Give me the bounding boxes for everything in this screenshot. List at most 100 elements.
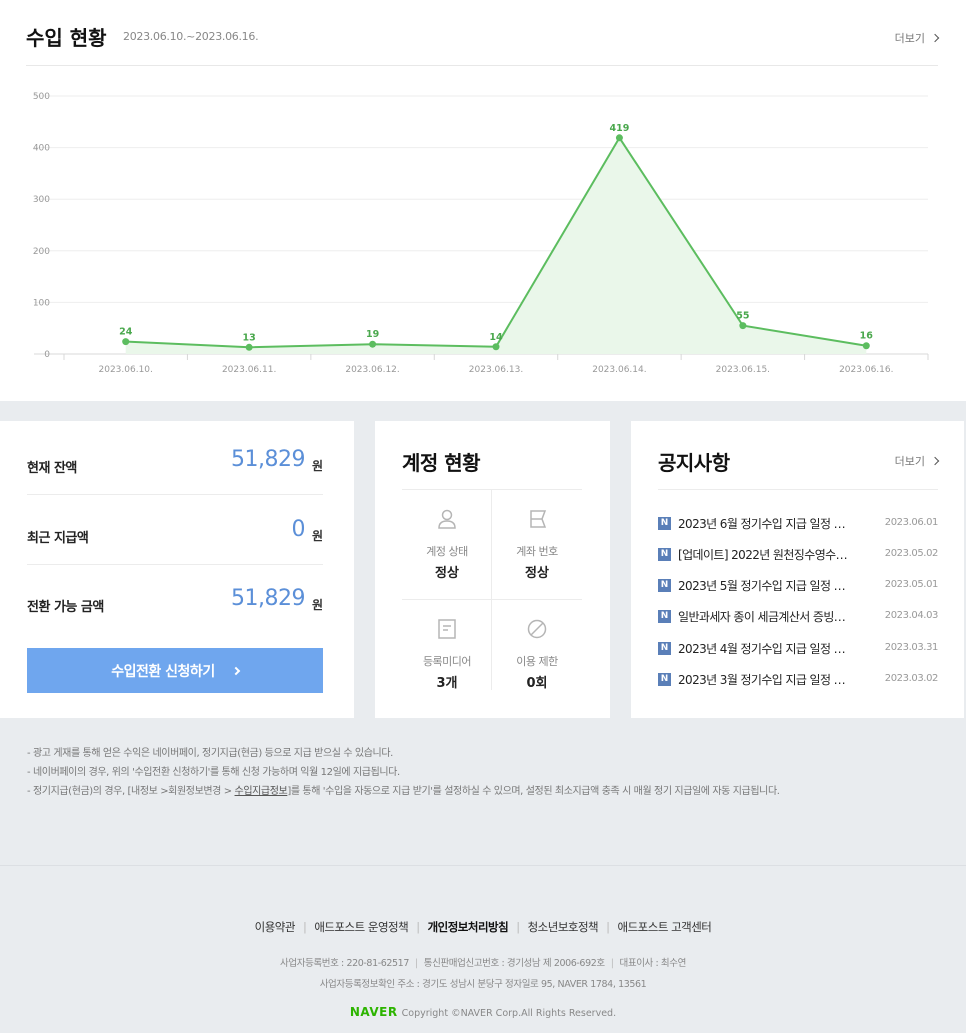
y-tick-label: 400 [33, 144, 50, 154]
convert-button-label: 수입전환 신청하기 [111, 663, 215, 680]
data-point [739, 322, 747, 330]
payment-info-link[interactable]: 수입지급정보 [235, 786, 288, 797]
guide-note: - 정기지급(현금)의 경우, [내정보 >회원정보변경 > 수입지급정보]를 … [27, 782, 780, 801]
account-cell-label: 이용 제한 [516, 655, 558, 668]
notice-item-date: 2023.05.02 [884, 548, 939, 559]
revenue-title: 수입 현황 [26, 26, 107, 50]
naver-logo[interactable]: NAVER [350, 1005, 398, 1019]
footer-link-policy[interactable]: 애드포스트 운영정책 [314, 920, 408, 934]
footer-link-youth[interactable]: 청소년보호정책 [528, 920, 599, 934]
data-label: 419 [610, 123, 630, 134]
document-icon [438, 619, 456, 639]
guide-note-text: - 정기지급(현금)의 경우, [내정보 >회원정보변경 > [27, 786, 235, 797]
chevron-right-icon [930, 33, 940, 43]
notice-item[interactable]: N 2023년 4월 정기수입 지급 일정 … 2023.03.31 [658, 639, 938, 659]
notice-item-title: 2023년 6월 정기수입 지급 일정 … [678, 517, 846, 531]
footer-copyright: NAVER Copyright ©NAVER Corp.All Rights Re… [0, 1005, 966, 1019]
footer-link-privacy[interactable]: 개인정보처리방침 [428, 920, 509, 934]
balance-value: 0 [291, 517, 306, 542]
x-tick-label: 2023.06.11. [222, 365, 276, 375]
notice-item-date: 2023.03.31 [884, 642, 939, 653]
balance-label: 최근 지급액 [27, 531, 89, 546]
revenue-header: 수입 현황 2023.06.10.~2023.06.16. 더보기 [26, 22, 940, 66]
balance-row-current: 현재 잔액 51,829 원 [27, 426, 323, 495]
account-grid: 계정 상태 정상 계좌 번호 정상 등록미디어 3개 이용 제한 0회 [402, 489, 582, 707]
person-icon [438, 509, 456, 529]
account-panel: 계정 현황 계정 상태 정상 계좌 번호 정상 등록미디어 3개 이용 제한 0… [375, 421, 610, 718]
balance-value: 51,829 [231, 586, 305, 611]
balance-unit: 원 [311, 598, 323, 612]
more-label: 더보기 [894, 455, 925, 468]
notice-item-date: 2023.03.02 [884, 673, 939, 684]
x-tick-label: 2023.06.13. [469, 365, 523, 375]
revenue-panel: 수입 현황 2023.06.10.~2023.06.16. 더보기 0 100 20… [0, 0, 966, 401]
new-badge-icon: N [658, 548, 671, 561]
x-tick-label: 2023.06.12. [345, 365, 399, 375]
account-cell-value: 정상 [525, 566, 549, 581]
y-tick-label: 100 [33, 298, 50, 308]
chevron-right-icon [231, 666, 240, 675]
balance-value: 51,829 [231, 447, 305, 472]
new-badge-icon: N [658, 610, 671, 623]
account-cell-label: 계좌 번호 [516, 545, 558, 558]
data-point [492, 343, 500, 351]
data-point [245, 343, 253, 351]
account-cell-label: 등록미디어 [422, 655, 472, 668]
guide-notes: - 광고 게재를 통해 얻은 수익은 네이버페이, 정기지급(현금) 등으로 지… [27, 744, 780, 801]
balance-unit: 원 [311, 529, 323, 543]
series-line [125, 135, 867, 349]
account-title: 계정 현황 [402, 451, 481, 475]
notice-item[interactable]: N [업데이트] 2022년 원천징수영수… 2023.05.02 [658, 545, 938, 565]
data-label: 16 [860, 331, 874, 342]
data-label: 19 [366, 329, 379, 340]
x-tick-label: 2023.06.15. [716, 365, 770, 375]
balance-panel: 현재 잔액 51,829 원 최근 지급액 0 원 전환 가능 금액 51,82… [0, 421, 354, 718]
data-point [122, 338, 130, 346]
data-point [615, 134, 623, 142]
card-icon [530, 510, 547, 528]
revenue-chart: 0 100 200 300 400 500 2023.06.10. 2023.06.11. 20… [33, 92, 929, 375]
convert-revenue-button[interactable]: 수입전환 신청하기 [27, 648, 323, 693]
new-badge-icon: N [658, 517, 671, 530]
footer-links: 이용약관 | 애드포스트 운영정책 | 개인정보처리방침 | 청소년보호정책 | 애드포스트 고… [254, 920, 712, 934]
notice-item-date: 2023.05.01 [884, 579, 939, 590]
revenue-more-link[interactable]: 더보기 [894, 30, 940, 46]
new-badge-icon: N [658, 673, 671, 686]
x-tick-label: 2023.06.14. [592, 365, 646, 375]
footer-address: 사업자등록정보확인 주소 : 경기도 성남시 분당구 정자일로 95, NAVE… [319, 979, 647, 990]
guide-note: - 네이버페이의 경우, 위의 '수입전환 신청하기'를 통해 신청 가능하며 … [27, 767, 400, 778]
notice-item[interactable]: N 2023년 3월 정기수입 지급 일정 … 2023.03.02 [658, 670, 938, 690]
footer-business-info: 사업자등록번호 : 220-81-62517 | 통신판매업신고번호 : 경기성남 … [280, 958, 686, 969]
footer-link-terms[interactable]: 이용약관 [255, 920, 296, 934]
account-cell-bank: 계좌 번호 정상 [492, 490, 582, 599]
balance-row-convertible: 전환 가능 금액 51,829 원 [27, 565, 323, 634]
data-point [369, 340, 377, 348]
more-label: 더보기 [894, 32, 925, 45]
notice-item-title: 2023년 3월 정기수입 지급 일정 … [678, 673, 846, 687]
notice-item[interactable]: N 2023년 6월 정기수입 지급 일정 … 2023.06.01 [658, 514, 938, 534]
y-tick-label: 0 [44, 350, 50, 360]
x-tick-label: 2023.06.16. [839, 365, 893, 375]
business-number: 사업자등록번호 : 220-81-62517 [280, 958, 409, 969]
notice-item-title: 일반과세자 종이 세금계산서 증빙… [678, 610, 846, 624]
notice-item-date: 2023.04.03 [884, 610, 939, 621]
notice-item[interactable]: N 일반과세자 종이 세금계산서 증빙… 2023.04.03 [658, 607, 938, 627]
notice-item-title: [업데이트] 2022년 원천징수영수… [678, 548, 848, 562]
guide-note-text: ]를 통해 '수입을 자동으로 지급 받기'를 설정하실 수 있으며, 설정된 … [287, 786, 780, 797]
notice-item-title: 2023년 5월 정기수입 지급 일정 … [678, 579, 846, 593]
data-label: 24 [119, 327, 133, 338]
mail-order-number: 통신판매업신고번호 : 경기성남 제 2006-692호 [423, 958, 605, 969]
new-badge-icon: N [658, 642, 671, 655]
account-cell-label: 계정 상태 [426, 545, 468, 558]
data-label: 55 [736, 311, 749, 322]
guide-note: - 광고 게재를 통해 얻은 수익은 네이버페이, 정기지급(현금) 등으로 지… [27, 748, 393, 759]
prohibited-icon [527, 619, 547, 639]
data-point [862, 342, 870, 350]
notice-more-link[interactable]: 더보기 [894, 453, 940, 469]
revenue-date-range: 2023.06.10.~2023.06.16. [123, 30, 259, 43]
data-label: 13 [243, 332, 256, 343]
notice-item[interactable]: N 2023년 5월 정기수입 지급 일정 … 2023.05.01 [658, 576, 938, 596]
new-badge-icon: N [658, 579, 671, 592]
footer-link-support[interactable]: 애드포스트 고객센터 [618, 920, 712, 934]
balance-row-recent: 최근 지급액 0 원 [27, 496, 323, 565]
